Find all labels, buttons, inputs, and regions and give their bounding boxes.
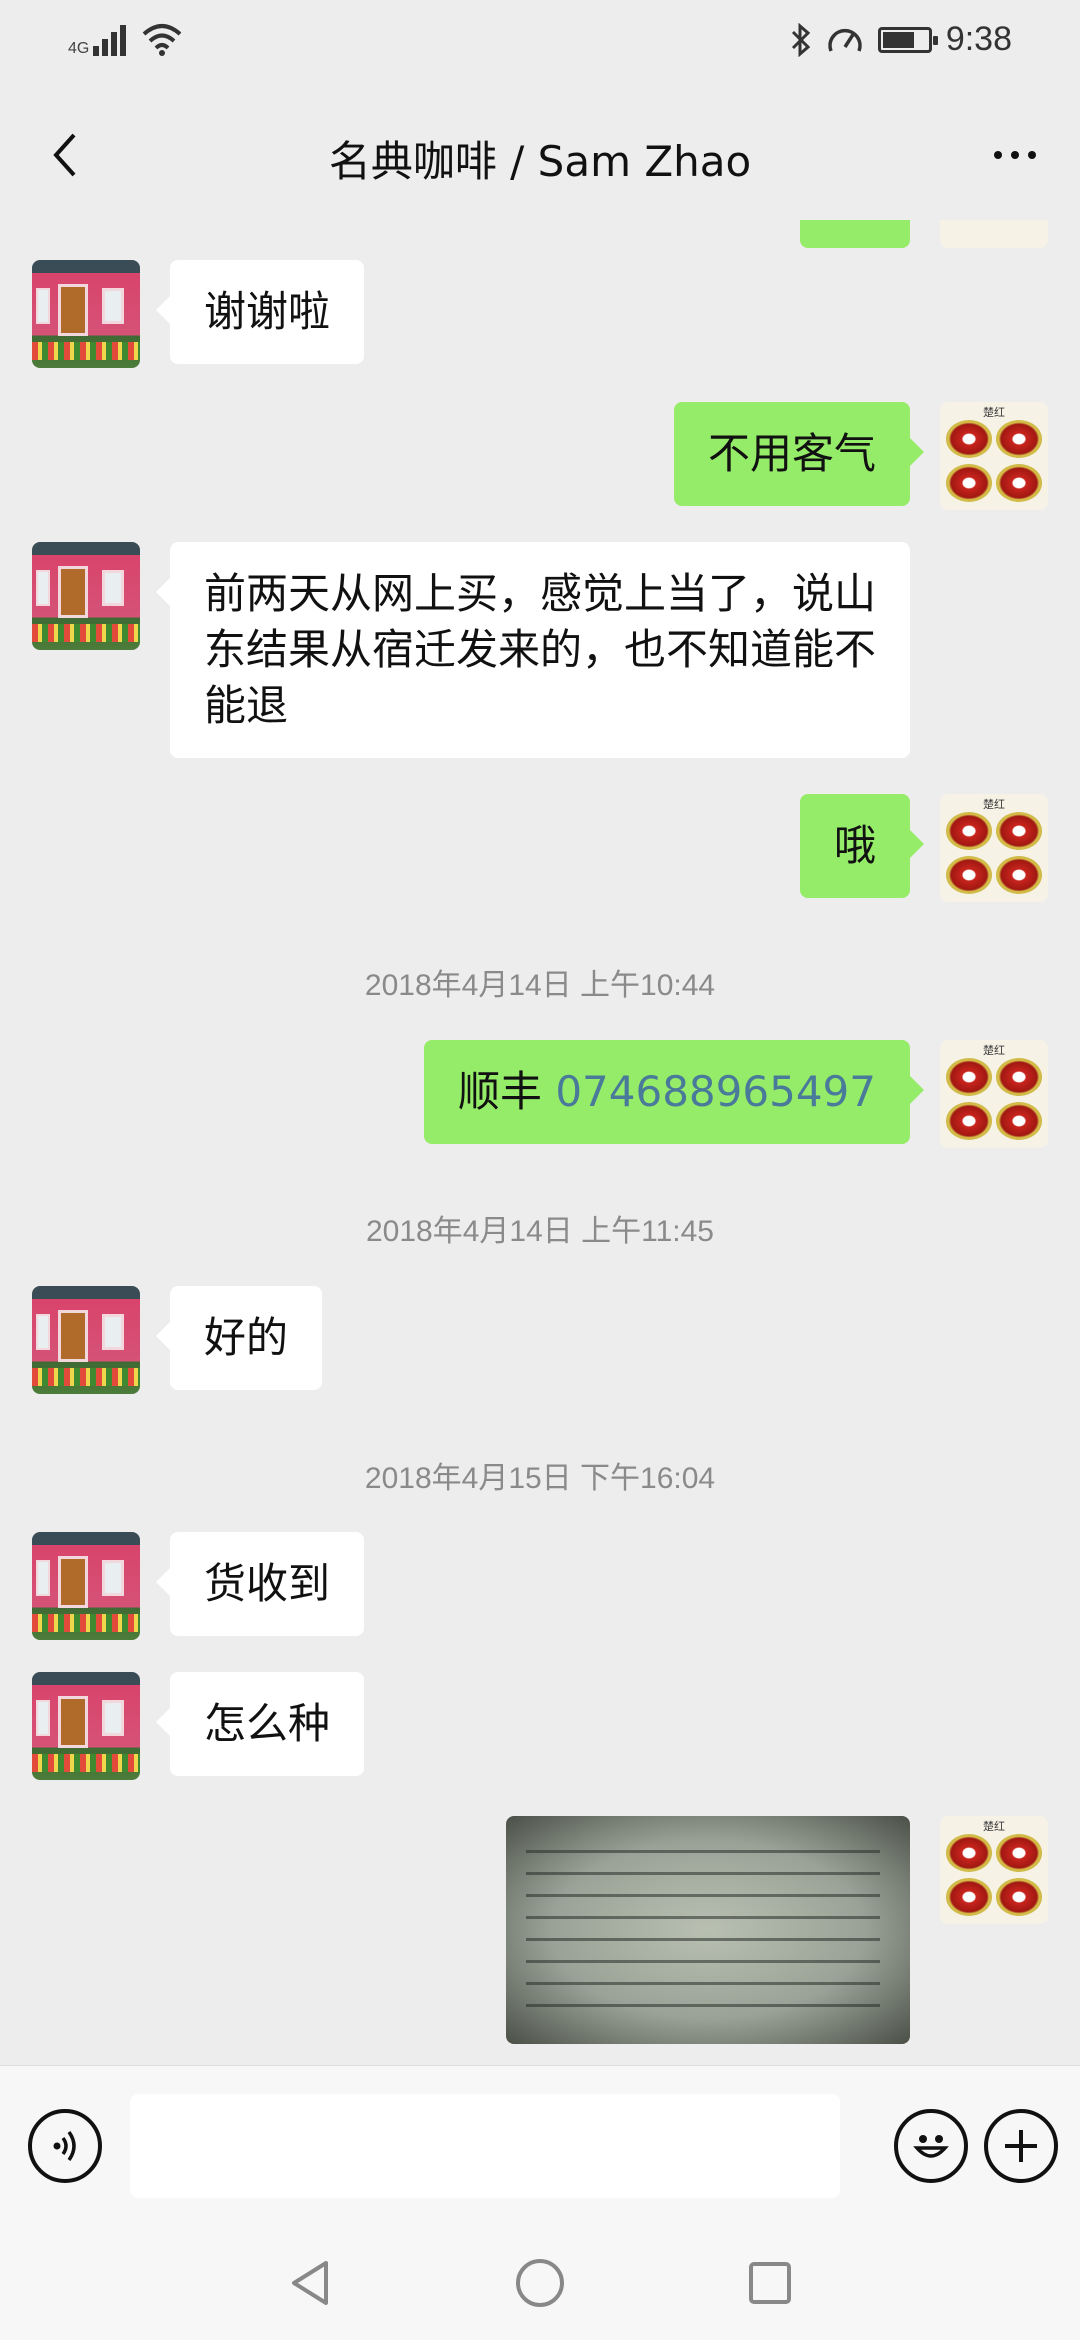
message-bubble[interactable]: 好的 <box>155 1286 323 1390</box>
contact-avatar[interactable] <box>32 1672 140 1780</box>
contact-avatar[interactable] <box>32 260 140 368</box>
battery-icon <box>877 26 938 53</box>
more-icon-dot <box>1028 151 1036 159</box>
avatar-label: 楚红 <box>983 406 1005 419</box>
message-bubble[interactable]: 哦 <box>799 794 925 898</box>
message-bubble[interactable]: 货收到 <box>155 1532 365 1636</box>
network-label: 4G <box>68 40 90 57</box>
self-avatar[interactable]: 楚红 <box>940 794 1048 902</box>
status-bar: 4G 9:38 <box>0 0 1080 90</box>
contact-avatar[interactable] <box>32 1532 140 1640</box>
chat-area[interactable]: 谢谢啦 楚红 不用客气 前两天从网上买，感觉上当了，说山东结果从宿迁发来的，也不… <box>0 220 1080 2065</box>
self-avatar[interactable]: 楚红 <box>940 1816 1048 1924</box>
message-timestamp: 2018年4月14日 上午11:45 <box>366 1215 714 1248</box>
chat-header: 名典咖啡 / Sam Zhao <box>0 90 1080 220</box>
tracking-number-link[interactable]: 074688965497 <box>555 1067 876 1116</box>
system-navigation <box>0 2225 1080 2340</box>
battery-fill <box>882 31 914 48</box>
message-bubble[interactable]: 不用客气 <box>673 402 925 506</box>
plus-icon <box>1005 2130 1037 2162</box>
emoji-button[interactable] <box>894 2109 968 2183</box>
voice-button[interactable] <box>28 2109 102 2183</box>
message-input[interactable] <box>130 2094 840 2198</box>
avatar-label: 楚红 <box>983 1044 1005 1057</box>
message-bubble[interactable]: 谢谢啦 <box>155 260 365 364</box>
home-circle-icon <box>516 2259 564 2307</box>
chat-title: 名典咖啡 / Sam Zhao <box>328 137 752 186</box>
contact-avatar[interactable] <box>32 542 140 650</box>
network-indicator: 4G <box>68 22 182 57</box>
image-message[interactable] <box>506 1816 910 2044</box>
bluetooth-icon <box>791 22 811 57</box>
message-timestamp: 2018年4月15日 下午16:04 <box>364 1462 716 1495</box>
self-avatar[interactable] <box>940 220 1048 248</box>
system-home-button[interactable] <box>510 2253 570 2313</box>
recent-square-icon <box>749 2262 791 2304</box>
self-avatar[interactable]: 楚红 <box>940 1040 1048 1148</box>
signal-icon <box>93 22 127 56</box>
message-bubble[interactable]: 怎么种 <box>155 1672 365 1776</box>
emoji-icon <box>913 2135 949 2158</box>
more-icon-dot <box>1011 151 1019 159</box>
message-bubble[interactable]: 顺丰 074688965497 <box>423 1040 925 1144</box>
system-recent-button[interactable] <box>740 2253 800 2313</box>
status-time: 9:38 <box>945 20 1012 58</box>
avatar-label: 楚红 <box>983 798 1005 811</box>
system-back-button[interactable] <box>280 2253 340 2313</box>
wifi-icon <box>143 24 182 56</box>
input-bar <box>0 2065 1080 2225</box>
avatar-label: 楚红 <box>983 1820 1005 1833</box>
message-timestamp: 2018年4月14日 上午10:44 <box>364 969 716 1002</box>
back-triangle-icon <box>292 2261 328 2305</box>
voice-icon <box>53 2130 76 2162</box>
speed-icon <box>828 28 862 52</box>
message-bubble[interactable]: 前两天从网上买，感觉上当了，说山东结果从宿迁发来的，也不知道能不能退 <box>156 542 910 758</box>
partial-message-bubble <box>800 220 910 248</box>
contact-avatar[interactable] <box>32 1286 140 1394</box>
plus-button[interactable] <box>984 2109 1058 2183</box>
courier-label: 顺丰 <box>457 1067 556 1116</box>
status-right: 9:38 <box>790 20 1012 59</box>
more-icon-dot <box>994 151 1002 159</box>
more-button[interactable] <box>980 120 1050 190</box>
self-avatar[interactable]: 楚红 <box>940 402 1048 510</box>
photo-text-lines <box>526 1838 880 2022</box>
